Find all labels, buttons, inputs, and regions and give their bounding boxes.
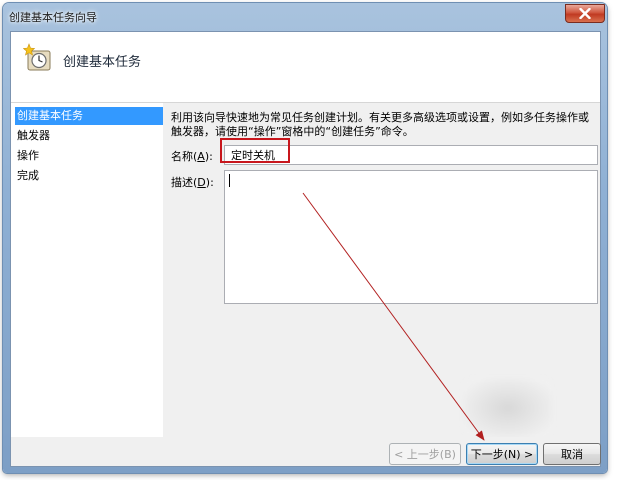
wizard-footer: < 上一步(B) 下一步(N) > 取消 [11,437,601,466]
step-action[interactable]: 操作 [15,147,163,165]
description-textarea[interactable] [224,170,598,304]
window-title: 创建基本任务向导 [9,11,97,24]
step-create-basic-task[interactable]: 创建基本任务 [15,107,163,125]
name-label: 名称(A): [171,150,213,163]
intro-text: 利用该向导快速地为常见任务创建计划。有关更多高级选项或设置，例如多任务操作或触发… [171,111,589,138]
next-button[interactable]: 下一步(N) > [466,443,538,465]
blurred-watermark [463,378,553,438]
wizard-steps-sidebar: 创建基本任务 触发器 操作 完成 [11,103,163,437]
close-button[interactable] [565,4,605,23]
back-button[interactable]: < 上一步(B) [389,443,461,465]
description-label: 描述(D): [171,176,214,189]
wizard-header: 创建基本任务 [11,32,600,103]
task-scheduler-clock-icon [23,43,51,71]
text-caret [229,174,230,187]
wizard-window: 创建基本任务向导 创建基本任务 创建基本任务 触发器 操作 完成 利用该向导快速… [3,3,607,473]
cancel-button[interactable]: 取消 [543,443,601,465]
step-trigger[interactable]: 触发器 [15,127,163,145]
header-title: 创建基本任务 [63,55,142,70]
title-bar[interactable]: 创建基本任务向导 [3,3,607,29]
close-icon [579,8,591,19]
step-finish[interactable]: 完成 [15,167,163,185]
wizard-client: 创建基本任务 创建基本任务 触发器 操作 完成 利用该向导快速地为常见任务创建计… [10,31,601,467]
wizard-content: 利用该向导快速地为常见任务创建计划。有关更多高级选项或设置，例如多任务操作或触发… [163,103,600,438]
name-input[interactable] [224,145,598,165]
